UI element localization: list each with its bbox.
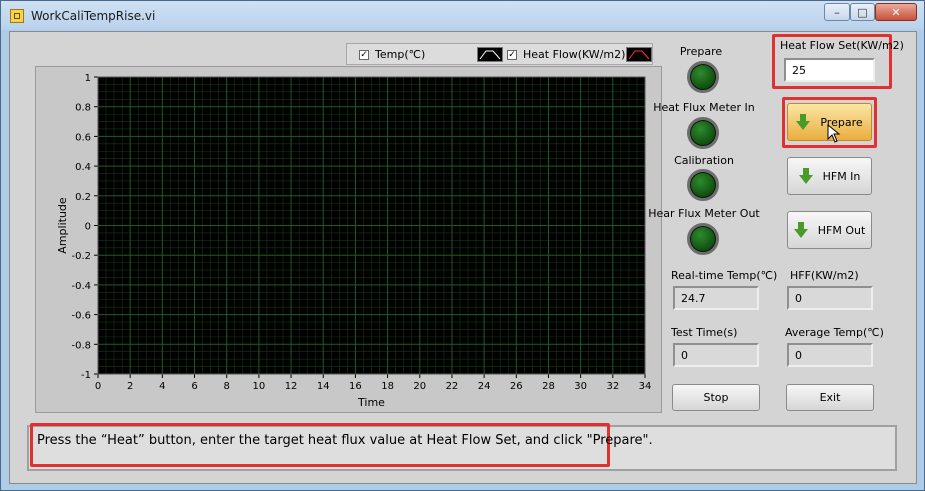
window-title: WorkCaliTempRise.vi — [31, 9, 156, 23]
hfm-in-button[interactable]: HFM In — [787, 157, 872, 195]
x-tick-label: 18 — [381, 381, 394, 392]
realtime-temp-label: Real-time Temp(℃) — [671, 269, 778, 282]
led-label-hfm-out: Hear Flux Meter Out — [648, 207, 760, 220]
close-icon: ✕ — [891, 5, 901, 19]
x-tick-label: 2 — [127, 381, 133, 392]
y-tick-label: -0.6 — [71, 311, 91, 322]
x-tick-label: 30 — [574, 381, 587, 392]
hfm-out-button-label: HFM Out — [817, 223, 866, 237]
y-tick-label: 0 — [85, 222, 91, 233]
y-tick-label: -1 — [81, 370, 91, 381]
down-arrow-icon — [793, 222, 808, 238]
y-tick-label: 1 — [85, 73, 91, 84]
maximize-icon: □ — [857, 5, 868, 19]
y-tick-label: -0.2 — [71, 251, 91, 262]
hff-value: 0 — [787, 286, 873, 310]
waveform-chart-plot[interactable]: 0 2 4 6 8 10 12 14 16 18 20 22 24 26 28 30 32 3410.80.60.… — [35, 66, 662, 413]
x-tick-label: 6 — [191, 381, 197, 392]
x-axis-label: Time — [357, 396, 385, 409]
stop-button[interactable]: Stop — [672, 384, 760, 411]
y-tick-label: 0.6 — [75, 132, 91, 143]
x-tick-label: 16 — [349, 381, 362, 392]
average-temp-value: 0 — [787, 343, 873, 367]
led-calibration — [687, 169, 719, 201]
legend-label-temp: Temp(℃) — [375, 48, 426, 61]
legend-item-temp[interactable]: ✓ Temp(℃) — [359, 48, 425, 61]
led-hfm-in — [687, 117, 719, 149]
labview-vi-icon — [10, 9, 24, 23]
x-tick-label: 26 — [510, 381, 523, 392]
y-tick-label: 0.8 — [75, 103, 91, 114]
x-tick-label: 4 — [159, 381, 165, 392]
x-tick-label: 10 — [253, 381, 266, 392]
y-tick-label: -0.4 — [71, 281, 91, 292]
y-tick-label: 0.4 — [75, 162, 91, 173]
hfm-in-button-label: HFM In — [822, 169, 861, 183]
hfm-out-button[interactable]: HFM Out — [787, 211, 872, 249]
heat-flow-set-label: Heat Flow Set(KW/m2) — [780, 39, 904, 52]
down-arrow-icon — [796, 114, 811, 130]
close-button[interactable]: ✕ — [875, 3, 917, 21]
y-axis-label: Amplitude — [56, 197, 69, 254]
x-tick-label: 20 — [413, 381, 426, 392]
x-tick-label: 24 — [478, 381, 491, 392]
test-time-label: Test Time(s) — [671, 326, 738, 339]
x-tick-label: 28 — [542, 381, 555, 392]
title-bar[interactable]: WorkCaliTempRise.vi – □ ✕ — [1, 1, 924, 29]
line-style-icon — [479, 50, 501, 60]
x-tick-label: 22 — [446, 381, 459, 392]
exit-button-label: Exit — [819, 391, 841, 404]
y-tick-label: -0.8 — [71, 340, 91, 351]
realtime-temp-value: 24.7 — [673, 286, 759, 310]
minimize-button[interactable]: – — [824, 3, 850, 21]
app-window: WorkCaliTempRise.vi – □ ✕ ✓ Temp(℃) ✓ He… — [0, 0, 925, 491]
led-label-prepare: Prepare — [679, 45, 723, 58]
hff-label: HFF(KW/m2) — [790, 269, 859, 282]
led-label-calibration: Calibration — [674, 154, 734, 167]
down-arrow-icon — [798, 168, 813, 184]
led-hfm-out — [687, 223, 719, 255]
x-tick-label: 8 — [224, 381, 230, 392]
status-message: Press the “Heat” button, enter the targe… — [37, 433, 653, 448]
maximize-button[interactable]: □ — [850, 3, 875, 21]
test-time-value: 0 — [673, 343, 759, 367]
legend-checkbox-heat-flow[interactable]: ✓ — [507, 49, 517, 60]
x-tick-label: 12 — [285, 381, 298, 392]
led-prepare — [687, 61, 719, 93]
y-tick-label: 0.2 — [75, 192, 91, 203]
chart-legend: ✓ Temp(℃) ✓ Heat Flow(KW/m2) — [346, 43, 653, 65]
legend-label-heat-flow: Heat Flow(KW/m2) — [523, 48, 626, 61]
legend-swatch-temp[interactable] — [477, 47, 503, 62]
minimize-icon: – — [834, 5, 840, 19]
mouse-cursor-icon — [827, 124, 841, 143]
legend-checkbox-temp[interactable]: ✓ — [359, 49, 369, 60]
exit-button[interactable]: Exit — [786, 384, 874, 411]
stop-button-label: Stop — [703, 391, 729, 404]
x-tick-label: 14 — [317, 381, 330, 392]
led-label-hfm-in: Heat Flux Meter In — [653, 101, 755, 114]
x-tick-label: 32 — [606, 381, 619, 392]
heat-flow-set-input[interactable]: 25 — [784, 58, 875, 82]
average-temp-label: Average Temp(℃) — [785, 326, 884, 339]
x-tick-label: 34 — [639, 381, 652, 392]
legend-item-heat-flow[interactable]: ✓ Heat Flow(KW/m2) — [507, 48, 625, 61]
x-tick-label: 0 — [95, 381, 101, 392]
